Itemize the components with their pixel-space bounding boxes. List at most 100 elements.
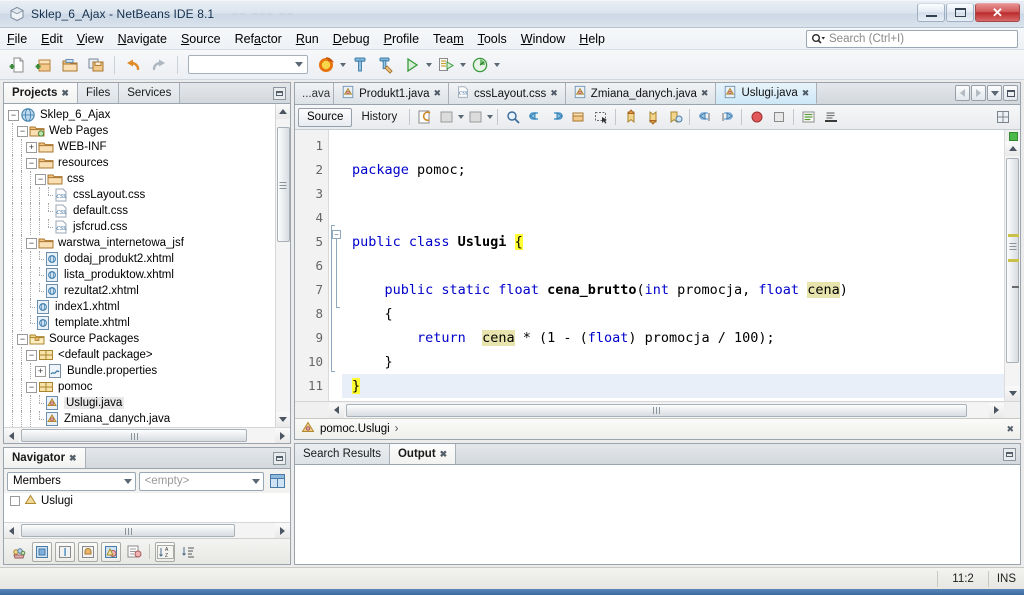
editor-vscrollbar[interactable]	[1004, 130, 1020, 401]
stop-icon[interactable]	[768, 107, 789, 128]
code-line[interactable]	[342, 134, 1004, 158]
editor-tab-produkt1-java[interactable]: Produkt1.java ✖	[334, 83, 450, 104]
editor-tab-uslugi-java[interactable]: Uslugi.java ✖	[716, 83, 818, 104]
undo-button[interactable]	[121, 53, 145, 77]
non-public-members-icon[interactable]	[32, 541, 52, 562]
debug-chevron-down-icon[interactable]	[460, 62, 466, 67]
close-icon[interactable]: ✖	[433, 88, 441, 99]
code-line[interactable]	[342, 254, 1004, 278]
tab-projects[interactable]: Projects ✖	[4, 83, 78, 103]
tree-node-web-inf[interactable]: + WEB-INF	[4, 139, 275, 155]
debug-project-button[interactable]	[434, 53, 458, 77]
open-project-button[interactable]	[58, 53, 82, 77]
minimize-output-button[interactable]	[1003, 447, 1016, 461]
menu-source[interactable]: Source	[174, 30, 228, 48]
expand-checkbox[interactable]	[10, 496, 20, 506]
collapse-icon[interactable]: −	[26, 237, 37, 249]
tree-node--default-package-[interactable]: − <default package>	[4, 347, 275, 363]
tree-node-sklep-6-ajax[interactable]: − Sklep_6_Ajax	[4, 107, 275, 123]
inherited-members-icon[interactable]	[101, 541, 121, 562]
close-icon[interactable]: ✖	[61, 88, 69, 99]
tree-node-pomoc[interactable]: − pomoc	[4, 379, 275, 395]
hscroll-thumb[interactable]	[346, 403, 967, 417]
search-input[interactable]: Search (Ctrl+I)	[806, 30, 1018, 48]
find-previous-icon[interactable]	[524, 107, 545, 128]
hscroll-track[interactable]	[344, 402, 989, 418]
new-file-button[interactable]	[6, 53, 30, 77]
code-folding-column[interactable]: −	[329, 130, 342, 401]
tab-search-results[interactable]: Search Results	[295, 444, 390, 464]
minimize-button[interactable]	[917, 3, 945, 22]
menu-refactor[interactable]: Refactor	[228, 30, 289, 48]
menu-view[interactable]: View	[70, 30, 111, 48]
find-selection-icon[interactable]	[502, 107, 523, 128]
find-next-icon[interactable]	[546, 107, 567, 128]
scroll-tabs-right-button[interactable]	[971, 85, 986, 101]
scroll-right-button[interactable]	[275, 523, 290, 538]
last-edit-icon[interactable]	[414, 107, 435, 128]
scroll-up-button[interactable]	[1005, 141, 1020, 156]
static-members-icon[interactable]	[55, 541, 75, 562]
collapse-icon[interactable]: −	[26, 157, 37, 169]
menu-help[interactable]: Help	[572, 30, 612, 48]
collapse-icon[interactable]: −	[8, 109, 19, 121]
scroll-down-button[interactable]	[1005, 386, 1020, 401]
collapse-icon[interactable]: −	[35, 173, 46, 185]
fold-toggle-icon[interactable]: −	[332, 230, 341, 239]
editor-hscrollbar[interactable]	[295, 401, 1020, 418]
hscroll-track[interactable]	[19, 428, 275, 443]
tab-output[interactable]: Output ✖	[389, 444, 457, 464]
tree-node-csslayout-css[interactable]: css cssLayout.css	[4, 187, 275, 203]
menu-edit[interactable]: Edit	[34, 30, 70, 48]
fields-icon[interactable]	[78, 541, 98, 562]
output-content[interactable]	[295, 465, 1020, 564]
vscroll-track[interactable]	[1005, 156, 1020, 386]
menu-navigate[interactable]: Navigate	[111, 30, 174, 48]
scroll-up-button[interactable]	[275, 104, 290, 119]
minimize-navigator-button[interactable]	[273, 451, 286, 465]
sort-source-icon[interactable]	[178, 542, 198, 562]
menu-profile[interactable]: Profile	[377, 30, 426, 48]
expand-all-icon[interactable]	[124, 542, 144, 562]
tab-source[interactable]: Source	[298, 107, 353, 127]
code-line[interactable]: package pomoc;	[342, 158, 1004, 182]
run-project-button[interactable]	[400, 53, 424, 77]
chevron-down-icon[interactable]	[458, 115, 465, 119]
scroll-left-button[interactable]	[4, 523, 19, 538]
tree-node-uslugi-java[interactable]: Uslugi.java	[4, 395, 275, 411]
breakpoint-icon[interactable]	[746, 107, 767, 128]
tree-node-zmiana-danych-java[interactable]: Zmiana_danych.java	[4, 411, 275, 427]
menu-team[interactable]: Team	[426, 30, 471, 48]
shift-line-right-icon[interactable]	[716, 107, 737, 128]
next-bookmark-icon[interactable]	[642, 107, 663, 128]
tree-node-lista-produktow-xhtml[interactable]: lista_produktow.xhtml	[4, 267, 275, 283]
tree-node-index1-xhtml[interactable]: index1.xhtml	[4, 299, 275, 315]
filter-icon[interactable]	[9, 542, 29, 562]
code-line[interactable]: public static float cena_brutto(int prom…	[342, 278, 1004, 302]
navigator-filter-combo[interactable]: <empty>	[138, 471, 264, 491]
close-icon[interactable]: ✖	[1006, 424, 1014, 435]
project-tree-vscrollbar[interactable]	[275, 104, 290, 427]
menu-debug[interactable]: Debug	[326, 30, 377, 48]
tree-node-jsfcrud-css[interactable]: css jsfcrud.css	[4, 219, 275, 235]
menu-window[interactable]: Window	[514, 30, 572, 48]
maximize-editor-button[interactable]	[1003, 85, 1018, 101]
scroll-down-button[interactable]	[275, 412, 290, 427]
profile-project-button[interactable]	[468, 53, 492, 77]
tree-node-bundle-properties[interactable]: + Bundle.properties	[4, 363, 275, 379]
project-configuration-combo[interactable]	[188, 55, 308, 74]
expand-icon[interactable]: +	[26, 141, 37, 153]
error-stripe[interactable]	[1004, 130, 1020, 141]
hscroll-track[interactable]	[19, 523, 275, 538]
build-project-button[interactable]	[348, 53, 372, 77]
chevron-down-icon-2[interactable]	[487, 115, 494, 119]
find-selection-icon-2[interactable]	[568, 107, 589, 128]
close-icon[interactable]: ✖	[701, 88, 709, 99]
collapse-icon[interactable]: −	[26, 349, 37, 361]
editor-tab--ava[interactable]: ...ava	[295, 83, 335, 104]
code-line[interactable]: {	[342, 302, 1004, 326]
browser-chevron-down-icon[interactable]	[340, 62, 346, 67]
close-icon[interactable]: ✖	[69, 453, 77, 464]
editor-tab-zmiana-danych-java[interactable]: Zmiana_danych.java ✖	[565, 83, 717, 104]
shift-right-icon[interactable]	[465, 107, 486, 128]
